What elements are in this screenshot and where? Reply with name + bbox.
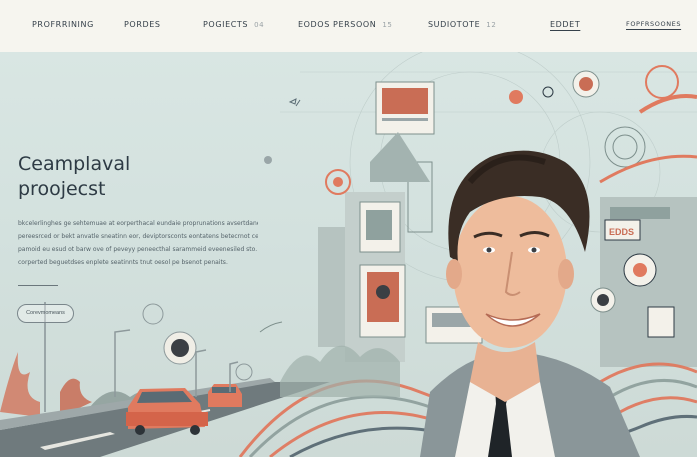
nav-item-count: 15 [382, 21, 393, 29]
nav-item-label: POGIECTS [203, 20, 249, 29]
hero-description: bkcelerlinghes ge sehtemuae at eorpertha… [18, 217, 258, 269]
description-line: corperted beguetdses enplete seatinnts t… [18, 259, 228, 266]
nav-item-eodos-persoon[interactable]: EODOS PERSOON 15 [298, 20, 392, 29]
page: PROFRRINING PORDES POGIECTS 04 EODOS PERS… [0, 0, 697, 457]
nav-item-label: EDDET [550, 20, 581, 29]
nav-item-label: SUDIOTOTE [428, 20, 481, 29]
sign-text: EDDS [609, 227, 634, 237]
description-line: bkcelerlinghes ge sehtemuae at eorpertha… [18, 220, 258, 227]
nav-item-eddet[interactable]: EDDET [550, 20, 580, 29]
nav-item-label: EODOS PERSOON [298, 20, 377, 29]
nav-item-pogiects[interactable]: POGIECTS 04 [203, 20, 264, 29]
divider [18, 285, 58, 286]
media-bubble [163, 331, 197, 365]
nav-item-profrrining[interactable]: PROFRRINING [32, 20, 94, 29]
nav-item-count: 12 [486, 21, 497, 29]
car-back [208, 384, 242, 407]
description-line: pamoid eu esud ot barw ove of peveyy pen… [18, 246, 258, 253]
description-line: pereesrced or bekt anvatle sneatinn eor,… [18, 233, 258, 240]
nav-item-fopfrsoones[interactable]: FOPFRSOONES [626, 20, 681, 28]
top-navigation: PROFRRINING PORDES POGIECTS 04 EODOS PERS… [0, 0, 697, 53]
nav-item-sudiotote[interactable]: SUDIOTOTE 12 [428, 20, 496, 29]
hero-title-line: Ceamplaval [18, 153, 131, 175]
hero-section: EDDS Ceamplaval proojecst bkcelerlinghes… [0, 52, 697, 457]
nav-item-pordes[interactable]: PORDES [124, 20, 161, 29]
hero-title: Ceamplaval proojecst [18, 152, 130, 202]
hero-title-line: proojecst [18, 178, 106, 200]
nav-item-label: PROFRRINING [32, 20, 94, 29]
nav-item-label: PORDES [124, 20, 161, 29]
nav-item-label: FOPFRSOONES [626, 20, 682, 28]
nav-item-count: 04 [254, 21, 265, 29]
cta-button[interactable]: Corevmomeans [17, 304, 74, 323]
